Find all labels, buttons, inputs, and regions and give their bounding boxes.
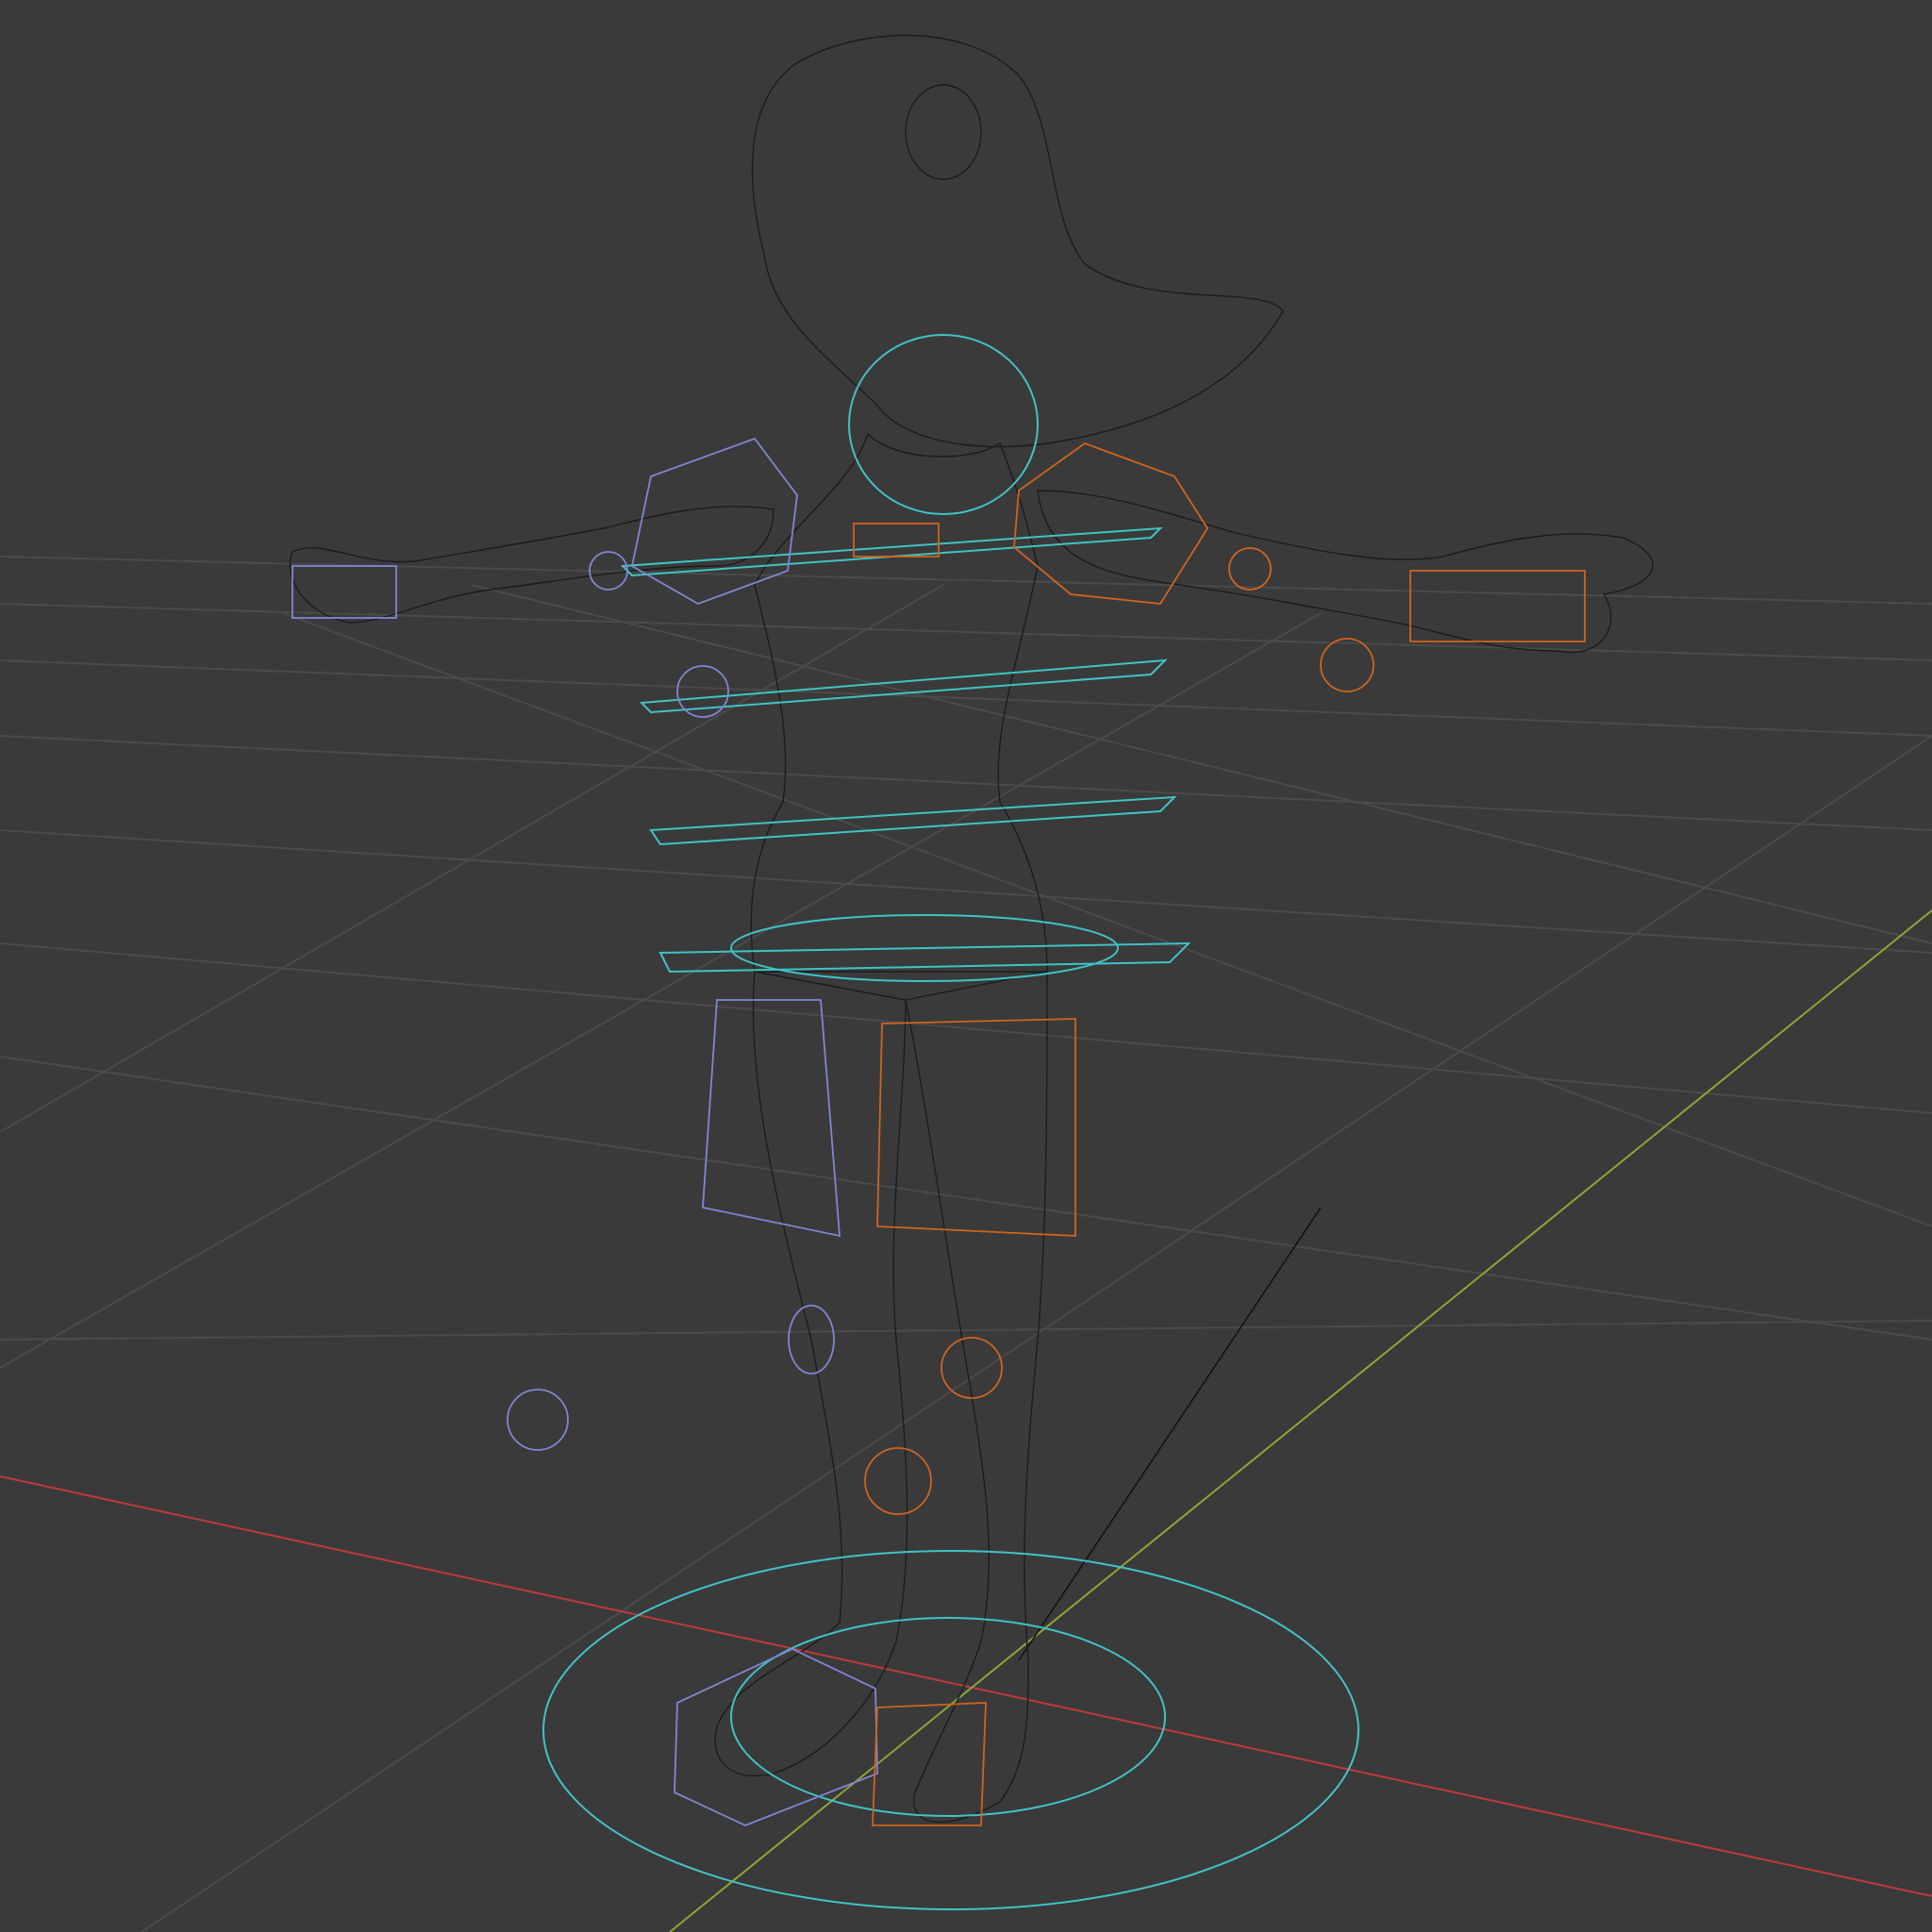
y-axis-line [669, 909, 1932, 1932]
viewport-canvas[interactable] [0, 0, 1932, 1932]
chest-control[interactable] [620, 526, 1163, 577]
right-clavicle-control[interactable] [853, 523, 940, 558]
root-control-outer[interactable] [542, 1550, 1359, 1910]
left-controls[interactable] [291, 437, 878, 1826]
left-chest-ik-control[interactable] [676, 665, 729, 718]
right-chest-ik-control[interactable] [1320, 638, 1374, 692]
root-control-inner[interactable] [730, 1617, 1166, 1817]
right-elbow-control[interactable] [1228, 547, 1272, 591]
right-pole-control[interactable] [864, 1447, 932, 1515]
left-thigh-control[interactable] [702, 999, 841, 1238]
left-pole-control[interactable] [507, 1389, 569, 1451]
right-hand-control[interactable] [1409, 570, 1586, 642]
floor-grid [0, 556, 1932, 1932]
right-knee-control[interactable] [941, 1337, 1003, 1399]
right-thigh-control[interactable] [876, 1018, 1076, 1237]
waist-control[interactable] [649, 795, 1177, 846]
center-controls[interactable] [542, 334, 1359, 1910]
neck-control[interactable] [848, 334, 1039, 515]
left-hand-control[interactable] [291, 565, 397, 619]
character-mesh[interactable] [289, 34, 1654, 1824]
3d-viewport[interactable] [0, 0, 1932, 1932]
camera-guide-line [1018, 1207, 1322, 1661]
right-shoulder-control[interactable] [1013, 441, 1209, 605]
spine-control[interactable] [639, 658, 1168, 714]
left-foot-control[interactable] [674, 1648, 878, 1826]
